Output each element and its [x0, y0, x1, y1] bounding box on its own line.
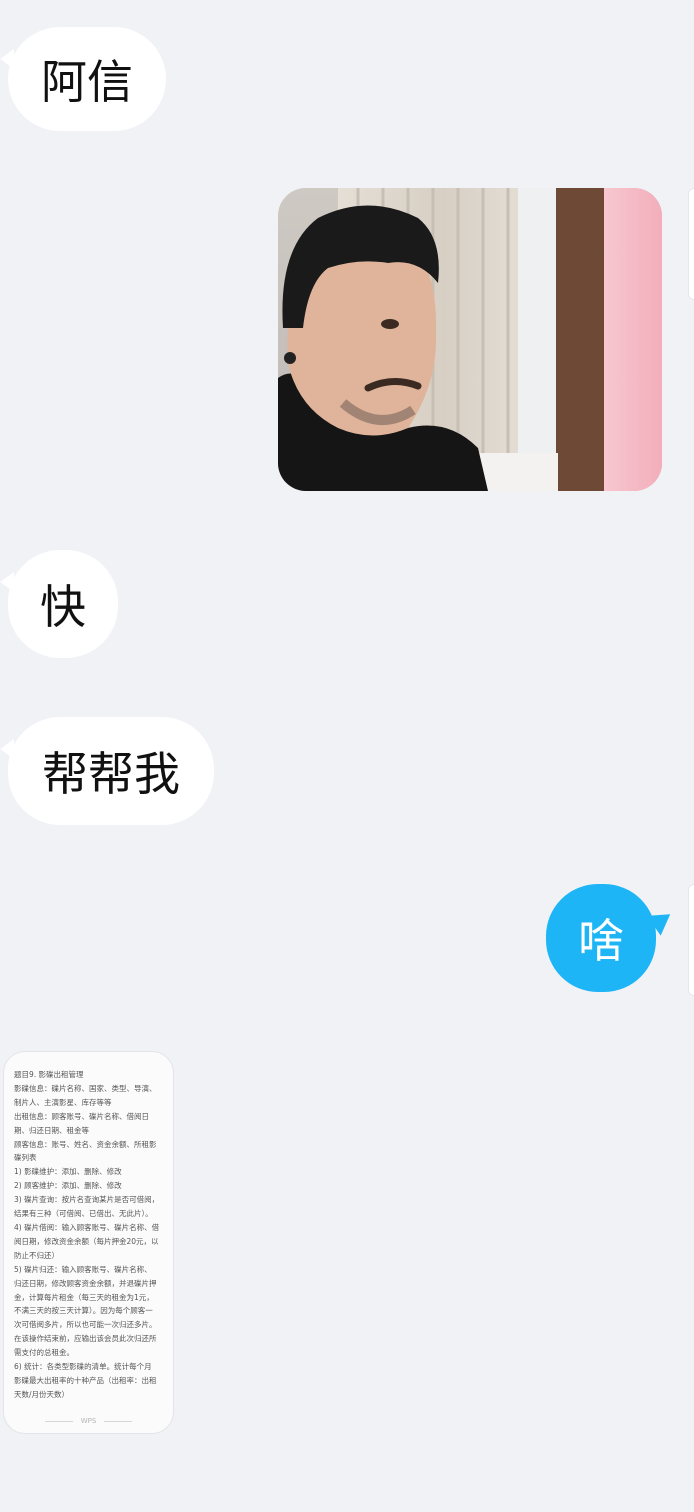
document-line: 4) 碟片借阅：输入顾客账号、碟片名称、借	[14, 1222, 160, 1232]
bubble-tail	[646, 904, 678, 936]
bubble-tail	[0, 572, 14, 592]
document-line: 不满三天的按三天计算）。因为每个顾客一	[14, 1306, 153, 1316]
message-text: 啥	[578, 914, 624, 968]
avatar[interactable]	[688, 884, 694, 996]
document-line: 天数/月份天数）	[14, 1389, 70, 1399]
avatar[interactable]	[688, 188, 694, 300]
document-line: 次可借阅多片，所以也可能一次归还多片。	[14, 1320, 157, 1330]
document-line: 需支付的总租金。	[14, 1348, 74, 1358]
document-line: 在该操作结束前，应输出该会员此次归还所	[14, 1334, 157, 1344]
document-image-message[interactable]: 题目9. 影碟出租管理 影碟信息：碟片名称、国家、类型、导演、 制片人、主演影星…	[3, 1051, 174, 1434]
document-line: 2) 顾客维护：添加、删除、修改	[14, 1181, 122, 1191]
bubble-tail	[0, 739, 14, 759]
document-footer: WPS	[4, 1417, 173, 1425]
outgoing-message-bubble[interactable]: 啥	[546, 884, 678, 992]
document-line: 影碟信息：碟片名称、国家、类型、导演、	[14, 1083, 157, 1093]
photo-image	[278, 188, 662, 491]
message-text: 快	[40, 580, 86, 634]
document-text: 题目9. 影碟出租管理 影碟信息：碟片名称、国家、类型、导演、 制片人、主演影星…	[4, 1052, 173, 1402]
photo-message[interactable]	[278, 188, 662, 491]
incoming-message-bubble[interactable]: 快	[0, 550, 118, 658]
document-line: 出租信息：顾客账号、碟片名称、借阅日	[14, 1111, 149, 1121]
document-line: 归还日期，修改顾客资金余额，并退碟片押	[14, 1278, 157, 1288]
document-line: 3) 碟片查询：按片名查询某片是否可借阅，	[14, 1195, 160, 1205]
message-text: 阿信	[41, 55, 133, 109]
incoming-message-bubble[interactable]: 阿信	[0, 27, 166, 131]
document-line: 6) 统计：各类型影碟的清单。统计每个月	[14, 1362, 152, 1372]
message-text: 帮帮我	[42, 747, 180, 801]
document-line: 阅日期，修改资金余额（每片押金20元，以	[14, 1236, 159, 1246]
document-line: 影碟最大出租率的十种产品（出租率：出租	[14, 1375, 157, 1385]
document-line: 制片人、主演影星、库存等等	[14, 1097, 112, 1107]
document-line: 顾客信息：账号、姓名、资金余额、所租影	[14, 1139, 157, 1149]
chat-screen: { "messages": [ {"side": "left", "type":…	[0, 0, 694, 1512]
document-line: 1) 影碟维护：添加、删除、修改	[14, 1167, 122, 1177]
incoming-message-bubble[interactable]: 帮帮我	[0, 717, 214, 825]
document-line: 5) 碟片归还：输入顾客账号、碟片名称、	[14, 1264, 152, 1274]
document-line: 期、归还日期、租金等	[14, 1125, 89, 1135]
bubble-tail	[0, 49, 14, 69]
document-line: 金，计算每片租金（每三天的租金为1元，	[14, 1292, 154, 1302]
document-line: 防止不归还）	[14, 1250, 59, 1260]
document-line: 结果有三种（可借阅、已借出、无此片）。	[14, 1209, 153, 1219]
document-line: 碟列表	[14, 1153, 37, 1163]
document-line: 题目9. 影碟出租管理	[14, 1070, 84, 1079]
